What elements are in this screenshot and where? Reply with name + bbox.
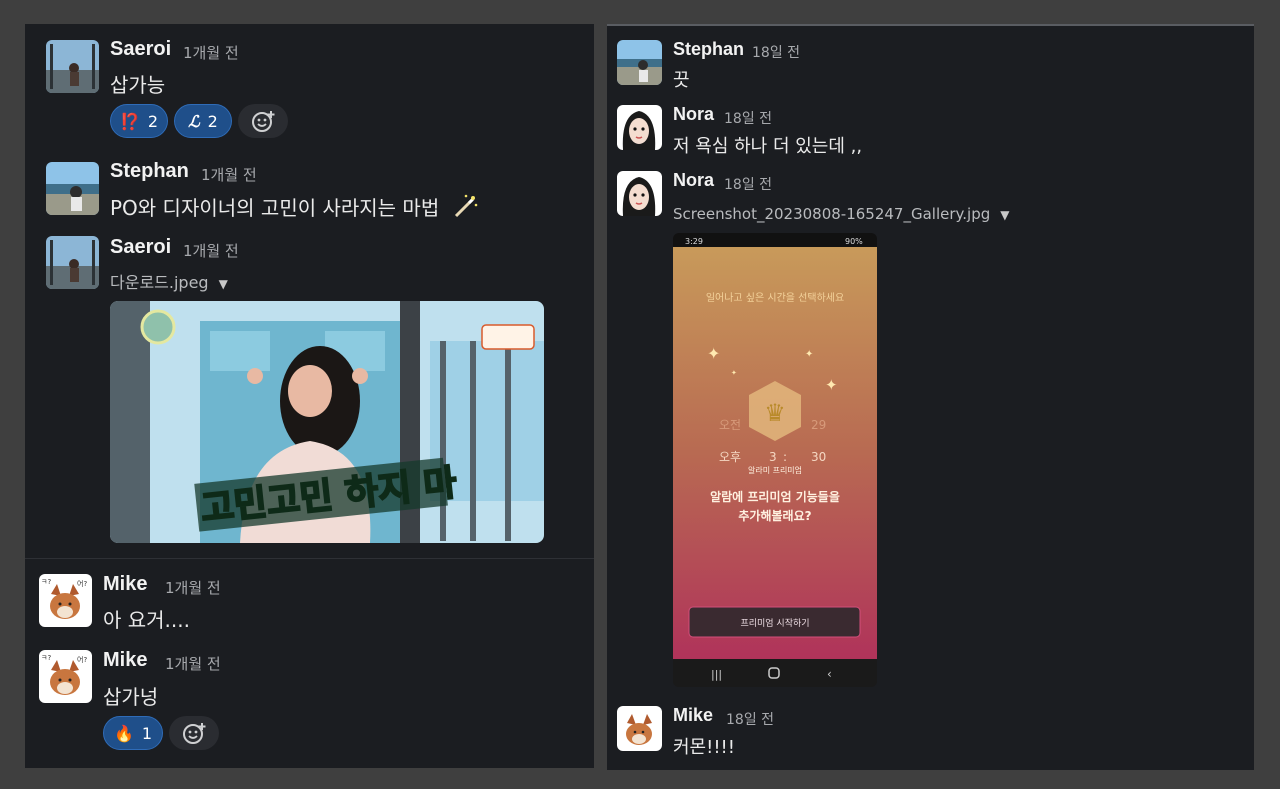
message-text: 저 욕심 하나 더 있는데 ,, (673, 136, 863, 157)
fire-emoji-icon: 🔥 (113, 723, 134, 743)
timestamp[interactable]: 1개월 전 (165, 653, 221, 674)
status-time: 3:29 (685, 237, 703, 246)
reaction-interrobang[interactable]: ⁉️ 2 (110, 104, 168, 138)
add-emoji-icon (252, 111, 275, 132)
premium-question-2: 추가해볼래요? (738, 508, 811, 523)
crown-icon: ♛ (764, 399, 786, 427)
premium-badge: 알라미 프리미엄 (748, 465, 802, 475)
timestamp[interactable]: 1개월 전 (183, 42, 239, 63)
reaction-count: 1 (141, 723, 153, 743)
author-name[interactable]: Saeroi (110, 236, 171, 259)
reaction-count: 2 (207, 111, 218, 131)
reaction-count: 2 (147, 111, 159, 131)
message-text: 삽가넝 (103, 685, 159, 709)
premium-start-button: 프리미엄 시작하기 (740, 617, 809, 629)
message-text: PO와 디자이너의 고민이 사라지는 마법 (110, 196, 440, 220)
author-name[interactable]: Mike (673, 705, 713, 726)
timestamp[interactable]: 1개월 전 (201, 164, 257, 185)
file-name[interactable]: Screenshot_20230808-165247_Gallery.jpg (673, 205, 990, 223)
avatar-stephan[interactable] (617, 40, 662, 85)
phone-heading: 일어나고 싶은 시간을 선택하세요 (706, 291, 844, 304)
author-name[interactable]: Mike (103, 649, 147, 672)
ampm-pm: 오후 (719, 450, 741, 464)
caret-down-icon[interactable]: ▼ (1000, 208, 1009, 222)
minute-value: 30 (811, 450, 826, 464)
timestamp[interactable]: 18일 전 (726, 709, 774, 729)
svg-text:ㅋ?: ㅋ? (41, 578, 51, 586)
script-l-emoji-icon: ℒ (188, 111, 200, 131)
sparkle-icon: ✦ (805, 349, 813, 360)
sparkle-icon: ✦ (731, 369, 737, 377)
left-channel-panel: Saeroi 1개월 전 삽가능 ⁉️ 2 ℒ 2 Stephan 1개월 전 … (25, 24, 594, 768)
timestamp[interactable]: 18일 전 (752, 42, 800, 62)
author-name[interactable]: Stephan (673, 39, 744, 60)
message-text: 커몬!!!! (673, 737, 735, 758)
svg-text::: : (783, 450, 787, 464)
avatar-mike[interactable]: ㅋ? 어? (39, 574, 92, 627)
add-reaction-button[interactable] (169, 716, 219, 750)
avatar-mike[interactable]: ㅋ? 어? (39, 650, 92, 703)
phone-screen: 3:29 90% 일어나고 싶은 시간을 선택하세요 ✦ ✦ ✦ ✦ ♛ 오전 … (673, 233, 877, 687)
right-channel-panel: Stephan 18일 전 끗 Nora 18일 전 저 욕심 하나 더 있는데… (607, 24, 1254, 770)
file-name[interactable]: 다운로드.jpeg (110, 273, 209, 292)
file-attachment-name[interactable]: Screenshot_20230808-165247_Gallery.jpg ▼ (673, 205, 1009, 223)
svg-text:ㅋ?: ㅋ? (41, 654, 51, 662)
interrobang-emoji-icon: ⁉️ (119, 111, 140, 131)
avatar-mike[interactable] (617, 706, 662, 751)
sparkle-icon: ✦ (825, 376, 838, 394)
timestamp[interactable]: 18일 전 (724, 108, 772, 128)
author-name[interactable]: Saeroi (110, 38, 171, 61)
magic-wand-icon (452, 194, 478, 223)
timestamp[interactable]: 1개월 전 (165, 577, 221, 598)
avatar-stephan[interactable] (46, 162, 99, 215)
phone-screenshot-image[interactable]: 3:29 90% 일어나고 싶은 시간을 선택하세요 ✦ ✦ ✦ ✦ ♛ 오전 … (673, 233, 877, 687)
author-name[interactable]: Nora (673, 170, 714, 191)
reaction-fire[interactable]: 🔥 1 (103, 716, 163, 750)
message-row: PO와 디자이너의 고민이 사라지는 마법 (110, 192, 478, 223)
hour-value: 3 (769, 450, 777, 464)
reaction-custom-l[interactable]: ℒ 2 (174, 104, 232, 138)
file-attachment-name[interactable]: 다운로드.jpeg ▼ (110, 269, 228, 293)
add-emoji-icon (183, 723, 206, 744)
timestamp[interactable]: 18일 전 (724, 174, 772, 194)
minute-top: 29 (811, 418, 826, 432)
author-name[interactable]: Nora (673, 104, 714, 125)
recent-apps-icon: ||| (711, 668, 722, 681)
divider (25, 558, 594, 559)
back-icon: ‹ (827, 667, 832, 681)
message-text: 끗 (673, 70, 690, 91)
message-text: 삽가능 (110, 73, 166, 97)
drama-scene-image: 고민고민 하지 마 (110, 301, 544, 543)
message-text: 아 요거.... (103, 608, 190, 632)
sparkle-icon: ✦ (707, 344, 720, 363)
svg-text:어?: 어? (77, 579, 87, 588)
avatar-nora[interactable] (617, 171, 662, 216)
timestamp[interactable]: 1개월 전 (183, 240, 239, 261)
image-attachment[interactable]: 고민고민 하지 마 (110, 301, 544, 543)
ampm-am: 오전 (719, 418, 741, 432)
avatar-saeroi[interactable] (46, 40, 99, 93)
avatar-nora[interactable] (617, 105, 662, 150)
add-reaction-button[interactable] (238, 104, 288, 138)
status-battery: 90% (845, 237, 863, 246)
avatar-saeroi[interactable] (46, 236, 99, 289)
author-name[interactable]: Stephan (110, 160, 189, 183)
author-name[interactable]: Mike (103, 573, 147, 596)
svg-text:어?: 어? (77, 655, 87, 664)
premium-question-1: 알람에 프리미엄 기능들을 (710, 489, 840, 504)
caret-down-icon[interactable]: ▼ (219, 277, 228, 291)
